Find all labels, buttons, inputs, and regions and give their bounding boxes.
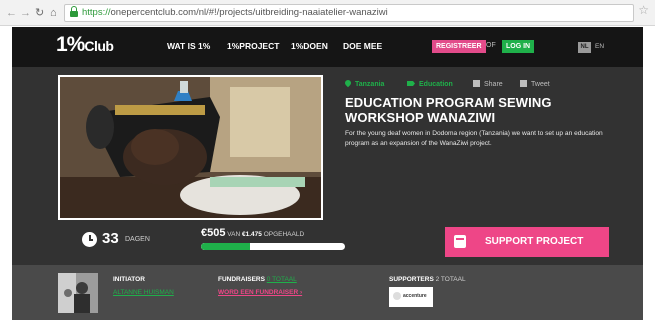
logo-club: Club xyxy=(84,38,114,54)
reload-icon[interactable]: ↻ xyxy=(35,6,44,20)
map-pin-icon xyxy=(343,78,353,88)
theme-text: Education xyxy=(419,81,453,88)
address-bar[interactable]: https://onepercentclub.com/nl/#!/project… xyxy=(64,4,634,22)
wallet-icon xyxy=(454,235,466,248)
nav-item-doe-mee[interactable]: DOE MEE xyxy=(343,41,382,51)
url-path: onepercentclub.com/nl/#!/projects/uitbre… xyxy=(110,7,388,18)
tweet-button[interactable]: Tweet xyxy=(520,80,550,90)
funding-progress-bar xyxy=(201,243,345,250)
url-text[interactable]: https://onepercentclub.com/nl/#!/project… xyxy=(82,7,388,18)
supporter-logo-text: accenture xyxy=(403,293,427,299)
site-logo[interactable]: 1%Club xyxy=(56,33,114,57)
initiator-label: INITIATOR xyxy=(113,276,145,283)
share-button[interactable]: Share xyxy=(473,80,503,90)
tweet-icon xyxy=(520,80,527,87)
or-separator: OF xyxy=(486,42,496,49)
nav-item-wat-is[interactable]: WAT IS 1% xyxy=(167,41,210,51)
sewing-photo-illustration xyxy=(60,77,321,218)
days-count: 33 xyxy=(102,230,119,247)
supporters-label: SUPPORTERS xyxy=(389,276,434,283)
of-label: VAN xyxy=(227,231,241,238)
location-link[interactable]: Tanzania xyxy=(343,78,385,90)
initiator-avatar[interactable] xyxy=(58,273,98,313)
language-en[interactable]: EN xyxy=(595,43,604,50)
avatar-photo xyxy=(58,273,98,313)
clock-icon xyxy=(82,232,97,247)
amount-target: €1.475 xyxy=(242,231,262,238)
supporter-avatar-icon xyxy=(393,292,401,300)
back-arrow-icon[interactable]: ← xyxy=(6,6,17,20)
browser-toolbar: ← → ↻ ⌂ https://onepercentclub.com/nl/#!… xyxy=(0,0,655,26)
login-button[interactable]: LOG IN xyxy=(502,40,535,53)
register-button[interactable]: REGISTREER xyxy=(432,40,486,53)
forward-arrow-icon[interactable]: → xyxy=(20,6,31,20)
home-icon[interactable]: ⌂ xyxy=(50,6,57,20)
fundraisers-count[interactable]: 0 TOTAAL xyxy=(267,276,297,283)
raised-suffix: OPGEHAALD xyxy=(263,231,305,238)
share-icon xyxy=(473,80,480,87)
url-scheme: https:// xyxy=(82,7,111,18)
fundraisers-label: FUNDRAISERS xyxy=(218,276,265,283)
project-photo xyxy=(58,75,323,220)
bookmark-star-icon[interactable]: ☆ xyxy=(638,4,649,16)
nav-item-project[interactable]: 1%PROJECT xyxy=(227,41,279,51)
funding-text: €505 VAN €1.475 OPGEHAALD xyxy=(201,227,304,239)
project-title: EDUCATION PROGRAM SEWING WORKSHOP WANAZI… xyxy=(345,95,552,125)
theme-link[interactable]: Education xyxy=(407,80,453,90)
support-project-button[interactable]: SUPPORT PROJECT xyxy=(445,227,609,257)
language-nl[interactable]: NL xyxy=(578,42,591,53)
amount-raised: €505 xyxy=(201,227,226,239)
supporters-heading: SUPPORTERS 2 TOTAAL xyxy=(389,276,466,283)
logo-percent: 1% xyxy=(56,33,85,56)
share-label: Share xyxy=(484,81,503,88)
tweet-label: Tweet xyxy=(531,81,550,88)
become-fundraiser-link[interactable]: WORD EEN FUNDRAISER › xyxy=(218,289,302,296)
project-hero: Tanzania Education Share Tweet EDUCATION… xyxy=(12,67,643,265)
location-text: Tanzania xyxy=(355,81,385,88)
project-description: For the young deaf women in Dodoma regio… xyxy=(345,130,603,147)
project-info-strip: INITIATOR ALTANNE HUISMAN FUNDRAISERS 0 … xyxy=(12,265,643,320)
funding-progress-fill xyxy=(201,243,251,250)
initiator-name-link[interactable]: ALTANNE HUISMAN xyxy=(113,289,174,296)
lock-icon xyxy=(70,6,78,17)
fundraisers-heading: FUNDRAISERS 0 TOTAAL xyxy=(218,276,297,283)
site-header: 1%Club WAT IS 1% 1%PROJECT 1%DOEN DOE ME… xyxy=(12,27,643,67)
supporter-logo[interactable]: accenture xyxy=(389,287,433,307)
support-project-label: SUPPORT PROJECT xyxy=(485,236,584,247)
supporters-count: 2 TOTAAL xyxy=(435,276,466,283)
days-label: DAGEN xyxy=(125,236,150,243)
tag-icon xyxy=(407,81,415,86)
nav-item-doen[interactable]: 1%DOEN xyxy=(291,41,328,51)
